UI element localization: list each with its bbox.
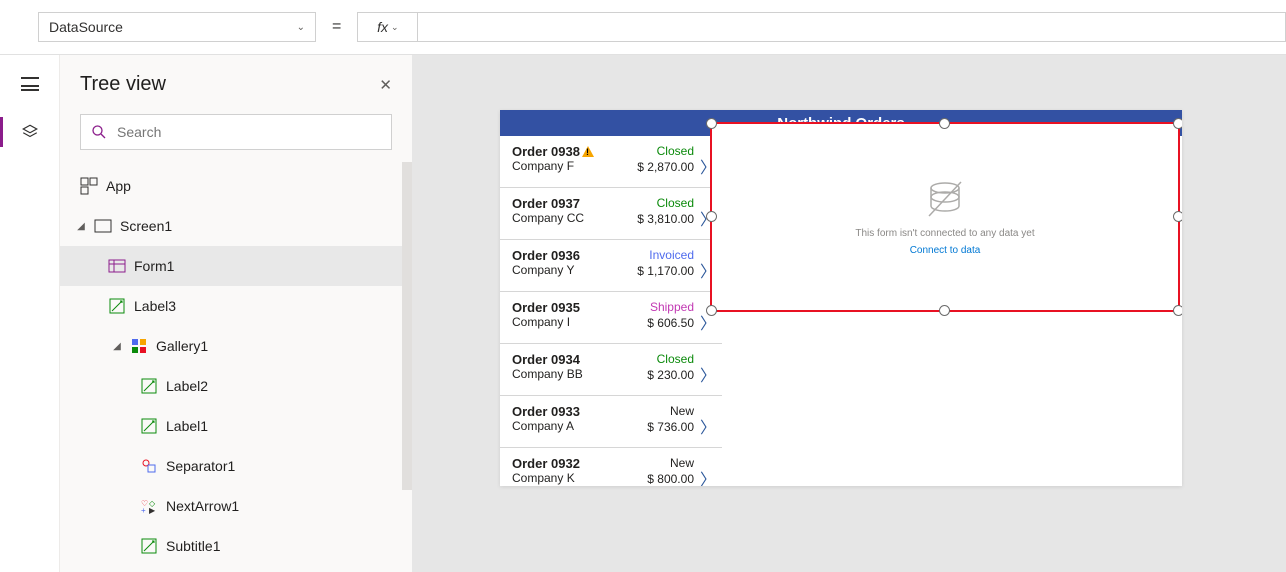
tree-search-input[interactable] — [117, 124, 381, 140]
status-badge: Closed — [657, 352, 694, 366]
chevron-right-icon[interactable]: 〉 — [700, 414, 716, 438]
warning-icon — [582, 146, 594, 157]
status-badge: Invoiced — [649, 248, 694, 262]
status-badge: New — [670, 404, 694, 418]
property-selector-value: DataSource — [49, 19, 123, 35]
tree-item-nextarrow1[interactable]: ♡◇+▶ NextArrow1 — [60, 486, 412, 526]
resize-handle[interactable] — [939, 305, 950, 316]
tree-view-panel: Tree view ✕ App ◢ Screen1 — [60, 55, 412, 572]
app-icon — [80, 177, 98, 195]
label-icon — [108, 297, 126, 315]
label-icon — [140, 377, 158, 395]
tree-item-label: Form1 — [134, 258, 174, 274]
resize-handle[interactable] — [1173, 118, 1182, 129]
resize-handle[interactable] — [706, 211, 717, 222]
screen-icon — [94, 217, 112, 235]
chevron-down-icon: ⌄ — [297, 22, 305, 33]
tree-item-gallery1[interactable]: ◢ Gallery1 — [60, 326, 412, 366]
left-rail — [0, 55, 60, 572]
app-preview: Northwind Orders Order 0938Company FClos… — [500, 110, 1182, 486]
collapse-icon[interactable]: ◢ — [112, 341, 122, 352]
collapse-icon[interactable]: ◢ — [76, 221, 86, 232]
order-amount: $ 1,170.00 — [637, 264, 694, 278]
status-badge: New — [670, 456, 694, 470]
gallery-row[interactable]: Order 0935Company IShipped$ 606.50〉 — [500, 292, 722, 344]
equals-sign: = — [332, 18, 341, 36]
gallery-row[interactable]: Order 0932Company KNew$ 800.00〉 — [500, 448, 722, 486]
gallery-row[interactable]: Order 0933Company ANew$ 736.00〉 — [500, 396, 722, 448]
chevron-right-icon[interactable]: 〉 — [700, 466, 716, 486]
resize-handle[interactable] — [1173, 211, 1182, 222]
tree-item-form1[interactable]: Form1 — [60, 246, 412, 286]
resize-handle[interactable] — [939, 118, 950, 129]
tree-item-screen1[interactable]: ◢ Screen1 — [60, 206, 412, 246]
label-icon — [140, 537, 158, 555]
tree-item-label: Label2 — [166, 378, 208, 394]
tree-item-subtitle1[interactable]: Subtitle1 — [60, 526, 412, 566]
tree-item-label3[interactable]: Label3 — [60, 286, 412, 326]
tree-item-separator1[interactable]: Separator1 — [60, 446, 412, 486]
search-icon — [91, 124, 107, 140]
separator-icon — [140, 457, 158, 475]
label-icon — [140, 417, 158, 435]
tree-view-title: Tree view — [80, 73, 166, 96]
order-amount: $ 736.00 — [647, 420, 694, 434]
tree-item-label: Label1 — [166, 418, 208, 434]
order-amount: $ 230.00 — [647, 368, 694, 382]
nextarrow-icon: ♡◇+▶ — [140, 497, 158, 515]
status-badge: Closed — [657, 144, 694, 158]
gallery-row[interactable]: Order 0937Company CCClosed$ 3,810.00〉 — [500, 188, 722, 240]
gallery[interactable]: Order 0938Company FClosed$ 2,870.00〉Orde… — [500, 136, 722, 486]
tree-search[interactable] — [80, 114, 392, 150]
tree-item-label: Label3 — [134, 298, 176, 314]
layers-icon — [21, 123, 39, 141]
order-amount: $ 3,810.00 — [637, 212, 694, 226]
form-empty-message: This form isn't connected to any data ye… — [855, 228, 1034, 239]
svg-text:▶: ▶ — [149, 506, 156, 514]
tree-item-label2[interactable]: Label2 — [60, 366, 412, 406]
resize-handle[interactable] — [706, 118, 717, 129]
tree-items: App ◢ Screen1 Form1 Label3 ◢ — [60, 162, 412, 566]
fx-label: fx — [377, 19, 388, 35]
formula-input[interactable] — [417, 12, 1286, 42]
form1-selection[interactable]: This form isn't connected to any data ye… — [710, 122, 1180, 312]
scrollbar[interactable] — [402, 162, 412, 490]
tree-view-rail-button[interactable] — [0, 117, 59, 147]
order-amount: $ 2,870.00 — [637, 160, 694, 174]
status-badge: Shipped — [650, 300, 694, 314]
tree-item-label: NextArrow1 — [166, 498, 239, 514]
property-selector[interactable]: DataSource ⌄ — [38, 12, 316, 42]
tree-item-label: Separator1 — [166, 458, 235, 474]
status-badge: Closed — [657, 196, 694, 210]
svg-text:+: + — [141, 506, 146, 514]
connect-to-data-link[interactable]: Connect to data — [910, 245, 981, 256]
order-amount: $ 800.00 — [647, 472, 694, 486]
tree-item-label: Screen1 — [120, 218, 172, 234]
order-amount: $ 606.50 — [647, 316, 694, 330]
chevron-down-icon: ⌄ — [391, 22, 399, 33]
gallery-row[interactable]: Order 0938Company FClosed$ 2,870.00〉 — [500, 136, 722, 188]
close-icon[interactable]: ✕ — [379, 76, 392, 94]
form-empty-state: This form isn't connected to any data ye… — [712, 124, 1178, 310]
hamburger-icon[interactable] — [21, 77, 39, 91]
resize-handle[interactable] — [1173, 305, 1182, 316]
resize-handle[interactable] — [706, 305, 717, 316]
gallery-icon — [130, 337, 148, 355]
form-icon — [108, 257, 126, 275]
tree-item-label: Gallery1 — [156, 338, 208, 354]
chevron-right-icon[interactable]: 〉 — [700, 362, 716, 386]
database-icon — [923, 178, 967, 222]
canvas[interactable]: Northwind Orders Order 0938Company FClos… — [412, 55, 1286, 572]
tree-item-label: Subtitle1 — [166, 538, 220, 554]
fx-button[interactable]: fx ⌄ — [357, 12, 417, 42]
gallery-row[interactable]: Order 0934Company BBClosed$ 230.00〉 — [500, 344, 722, 396]
tree-item-app[interactable]: App — [60, 166, 412, 206]
tree-item-label1[interactable]: Label1 — [60, 406, 412, 446]
formula-bar: DataSource ⌄ = fx ⌄ — [0, 0, 1286, 55]
tree-item-label: App — [106, 178, 131, 194]
gallery-row[interactable]: Order 0936Company YInvoiced$ 1,170.00〉 — [500, 240, 722, 292]
